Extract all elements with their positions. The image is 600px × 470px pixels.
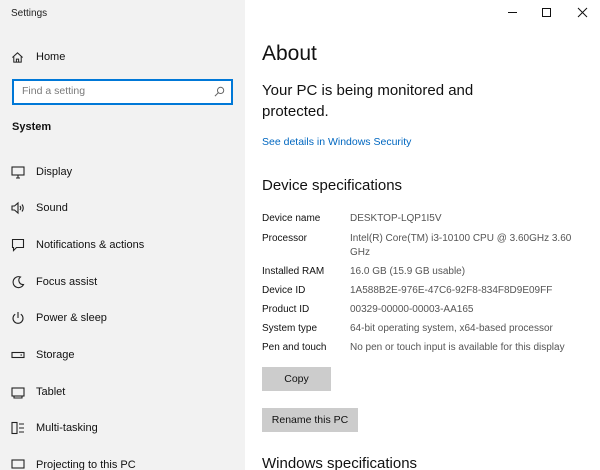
maximize-icon [541, 7, 551, 17]
windows-security-link[interactable]: See details in Windows Security [262, 136, 411, 148]
storage-icon [11, 348, 25, 362]
page-title: About [262, 42, 317, 65]
sidebar-item-label: Tablet [36, 386, 66, 398]
windows-specifications-heading: Windows specifications [262, 455, 418, 470]
section-label-system: System [12, 121, 52, 133]
spec-label: Device ID [262, 285, 306, 296]
spec-label: System type [262, 323, 318, 334]
maximize-button[interactable] [529, 2, 563, 22]
sidebar-item-label: Notifications & actions [36, 239, 145, 251]
notifications-icon [11, 238, 25, 252]
sidebar-item-display[interactable]: Display [11, 162, 72, 182]
sidebar-item-storage[interactable]: Storage [11, 345, 75, 365]
search-input[interactable]: Find a setting [12, 79, 233, 105]
spec-value: 00329-00000-00003-AA165 [350, 304, 474, 315]
spec-value: 1A588B2E-976E-47C6-92F8-834F8D9E09FF [350, 285, 553, 296]
minimize-button[interactable] [495, 2, 529, 22]
spec-label: Processor [262, 233, 308, 244]
main-content: About Your PC is being monitored and pro… [245, 0, 600, 470]
spec-value: 16.0 GB (15.9 GB usable) [350, 266, 466, 277]
projecting-icon [11, 458, 25, 470]
sidebar: Settings Home Find a setting System Disp… [0, 0, 245, 470]
search-placeholder: Find a setting [22, 85, 86, 97]
sidebar-item-label: Sound [36, 202, 68, 214]
spec-label: Installed RAM [262, 266, 325, 277]
sidebar-item-label: Power & sleep [36, 312, 107, 324]
rename-pc-button[interactable]: Rename this PC [262, 408, 358, 432]
sidebar-item-sound[interactable]: Sound [11, 198, 68, 218]
device-specifications-heading: Device specifications [262, 177, 403, 194]
sidebar-item-label: Projecting to this PC [36, 459, 136, 470]
home-nav-item[interactable]: Home [11, 48, 65, 66]
app-title: Settings [11, 8, 48, 19]
sidebar-item-multitasking[interactable]: Multi-tasking [11, 418, 98, 438]
home-icon [12, 51, 23, 63]
sidebar-item-notifications[interactable]: Notifications & actions [11, 235, 144, 255]
minimize-icon [507, 11, 517, 13]
home-label: Home [36, 51, 66, 63]
spec-label: Pen and touch [262, 342, 327, 353]
sidebar-item-label: Multi-tasking [36, 422, 98, 434]
close-button[interactable] [565, 2, 599, 22]
sidebar-item-projecting[interactable]: Projecting to this PC [11, 455, 136, 470]
monitor-status-text: Your PC is being monitored and protected… [262, 82, 474, 120]
copy-button[interactable]: Copy [262, 367, 331, 391]
sound-icon [11, 201, 25, 215]
spec-value: Intel(R) Core(TM) i3-10100 CPU @ 3.60GHz… [350, 233, 572, 258]
close-icon [577, 7, 587, 17]
sidebar-item-power-sleep[interactable]: Power & sleep [11, 308, 107, 328]
spec-value: No pen or touch input is available for t… [350, 342, 565, 353]
spec-value: 64-bit operating system, x64-based proce… [350, 323, 553, 334]
focus-assist-icon [11, 275, 25, 289]
sidebar-item-label: Display [36, 166, 73, 178]
multitasking-icon [11, 421, 25, 435]
display-icon [11, 165, 25, 179]
spec-label: Product ID [262, 304, 310, 315]
sidebar-item-label: Focus assist [36, 276, 98, 288]
tablet-icon [11, 385, 25, 399]
spec-label: Device name [262, 213, 321, 224]
spec-value: DESKTOP-LQP1I5V [350, 213, 442, 224]
search-icon[interactable] [214, 86, 225, 97]
sidebar-item-focus-assist[interactable]: Focus assist [11, 272, 97, 292]
power-icon [11, 311, 25, 325]
sidebar-item-label: Storage [36, 349, 75, 361]
sidebar-item-tablet[interactable]: Tablet [11, 382, 65, 402]
